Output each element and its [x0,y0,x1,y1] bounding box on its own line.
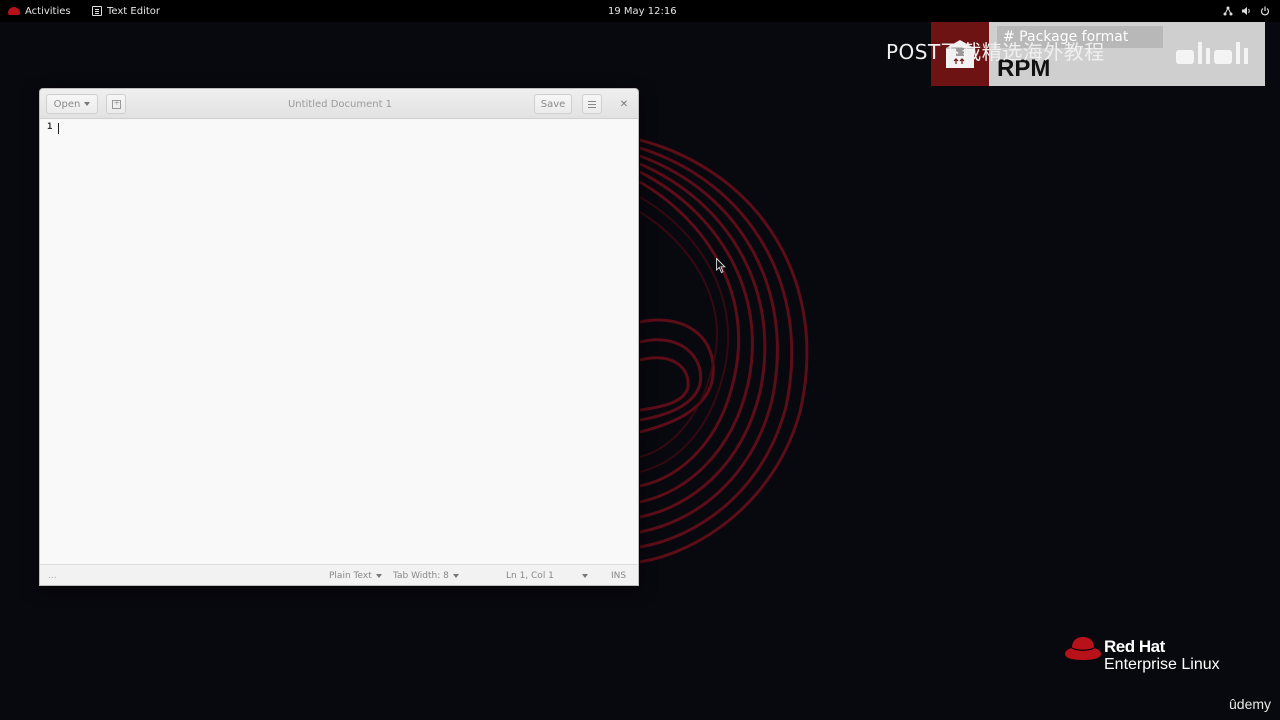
text-caret [58,123,59,134]
text-area[interactable]: 1 [40,120,638,564]
language-label: Plain Text [329,571,372,581]
insert-mode: INS [611,565,627,585]
app-menu[interactable]: Text Editor [92,0,160,22]
redhat-title: Red Hat [1104,637,1165,656]
menu-icon-line [588,106,596,108]
save-label: Save [540,98,566,110]
network-icon [1223,6,1233,16]
close-icon: ✕ [619,98,629,110]
text-editor-window: Open Untitled Document 1 Save ✕ 1 ... Pl… [39,88,639,586]
line-ending-selector[interactable] [582,565,588,585]
redhat-icon [8,7,20,15]
app-menu-label: Text Editor [107,5,160,17]
save-button[interactable]: Save [534,94,572,114]
volume-icon [1242,7,1250,15]
cursor-position[interactable]: Ln 1, Col 1 [506,565,554,585]
line-number-gutter: 1 [40,120,56,564]
status-bar: ... Plain Text Tab Width: 8 Ln 1, Col 1 … [40,564,638,585]
language-selector[interactable]: Plain Text [329,565,382,585]
video-title: POST下载精选海外教程 [886,40,1105,64]
cursor-position-label: Ln 1, Col 1 [506,571,554,581]
top-bar: Activities Text Editor 19 May 12:16 [0,0,1280,22]
activities-button[interactable]: Activities [8,0,71,22]
udemy-watermark: ûdemy [1229,696,1272,712]
redhat-hat-icon [1065,637,1101,660]
document-title: Untitled Document 1 [287,98,393,110]
clock[interactable]: 19 May 12:16 [608,0,677,22]
text-editor-icon [92,6,102,16]
chevron-down-icon [452,574,459,578]
hamburger-menu-button[interactable] [582,94,602,114]
insert-mode-label: INS [611,571,627,581]
clock-label: 19 May 12:16 [608,5,677,17]
chevron-down-icon [84,102,91,106]
close-button[interactable]: ✕ [614,94,634,114]
tab-width-label: Tab Width: 8 [393,571,449,581]
mouse-cursor-icon [716,258,726,274]
redhat-subtitle: Enterprise Linux [1104,656,1220,673]
menu-icon-line [588,103,596,105]
header-bar: Open Untitled Document 1 Save ✕ [40,89,638,119]
bilibili-watermark [1165,22,1265,86]
chevron-down-icon [582,574,588,578]
new-tab-button[interactable] [106,94,126,114]
activities-label: Activities [25,5,71,17]
open-button[interactable]: Open [46,94,98,114]
menu-icon [588,100,596,102]
open-label: Open [53,98,81,110]
power-icon [1260,6,1270,16]
bilibili-icon [1176,42,1248,64]
chevron-down-icon [375,574,382,578]
new-document-icon [111,98,121,109]
redhat-logo: Red Hat Enterprise Linux [1062,632,1262,682]
status-dots: ... [48,571,57,581]
line-number: 1 [47,122,53,132]
tab-width-selector[interactable]: Tab Width: 8 [393,565,459,585]
system-tray[interactable] [1223,0,1270,22]
